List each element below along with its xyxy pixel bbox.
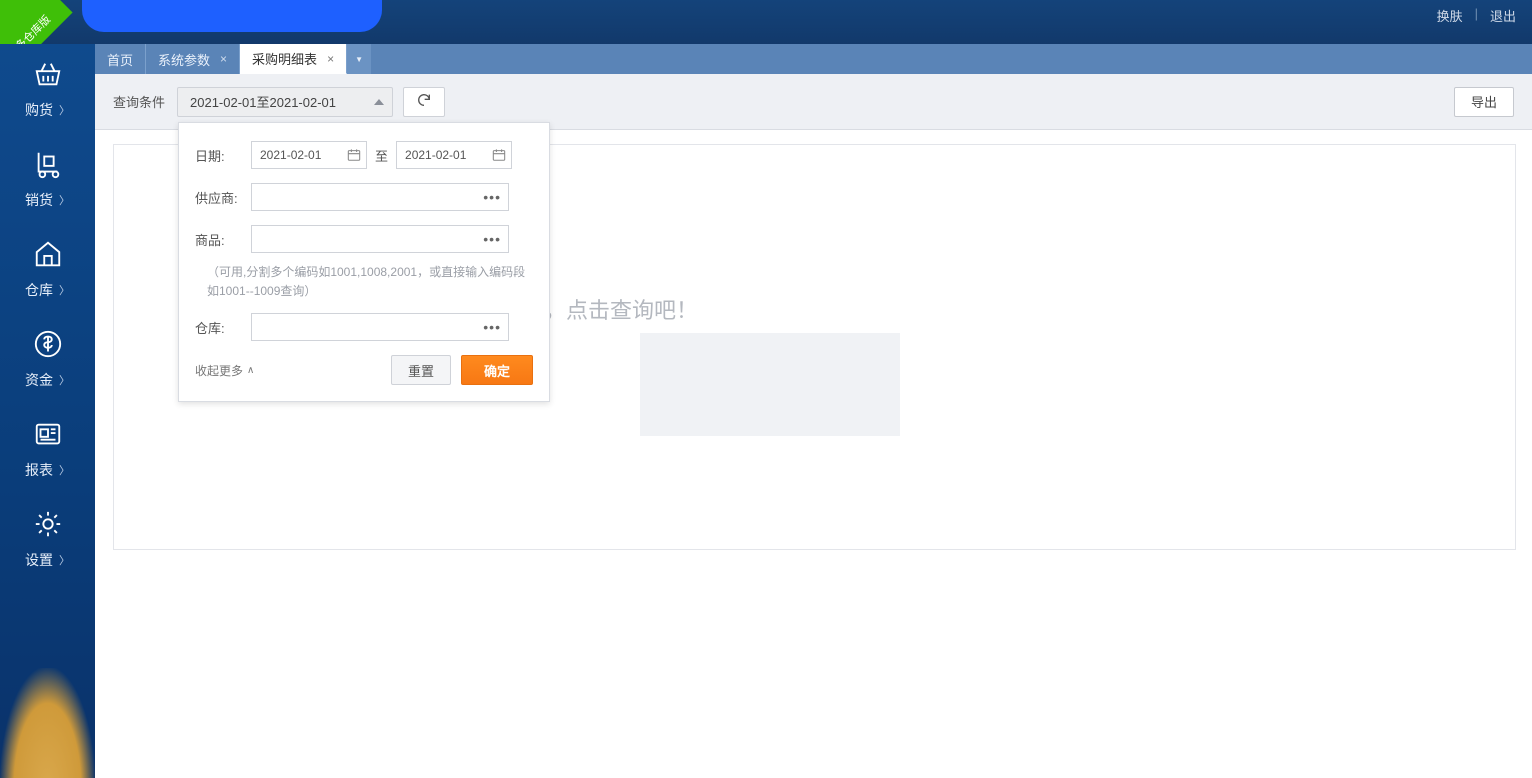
warehouse-label: 仓库: xyxy=(195,318,251,337)
newspaper-icon xyxy=(32,418,64,450)
calendar-icon[interactable] xyxy=(347,148,361,162)
calendar-icon[interactable] xyxy=(492,148,506,162)
app-header: 多仓库版 换肤 | 退出 xyxy=(0,0,1532,44)
collapse-label: 收起更多 xyxy=(195,362,243,379)
empty-state-text: ，点击查询吧！ xyxy=(544,293,698,325)
handtruck-icon xyxy=(32,148,64,180)
sidebar-item-purchase[interactable]: 购货 〉 xyxy=(0,44,95,134)
filter-panel: 日期: 至 供应商: ••• 商品 xyxy=(178,122,550,402)
date-range-dropdown[interactable]: 2021-02-01至2021-02-01 xyxy=(177,87,393,117)
chevron-right-icon: 〉 xyxy=(59,552,70,568)
tab-add-button[interactable]: ▼ xyxy=(347,44,371,74)
chevron-down-icon: ▼ xyxy=(355,55,363,64)
basket-icon xyxy=(32,58,64,90)
date-to-separator: 至 xyxy=(375,146,388,165)
filter-row-warehouse: 仓库: ••• xyxy=(195,313,533,341)
sidebar-item-report[interactable]: 报表 〉 xyxy=(0,404,95,494)
sidebar-decoration xyxy=(0,668,95,778)
sidebar: 购货 〉 销货 〉 仓库 〉 资金 〉 xyxy=(0,44,95,778)
header-links: 换肤 | 退出 xyxy=(1437,0,1516,44)
sidebar-item-warehouse[interactable]: 仓库 〉 xyxy=(0,224,95,314)
warehouse-icon xyxy=(32,238,64,270)
skin-link[interactable]: 换肤 xyxy=(1437,6,1463,25)
product-label: 商品: xyxy=(195,230,251,249)
sidebar-item-sales[interactable]: 销货 〉 xyxy=(0,134,95,224)
app-logo xyxy=(82,0,382,32)
ellipsis-icon[interactable]: ••• xyxy=(483,231,501,247)
sidebar-item-label: 销货 xyxy=(25,190,53,210)
date-range-text: 2021-02-01至2021-02-01 xyxy=(190,92,336,111)
product-hint: （可用,分割多个编码如1001,1008,2001，或直接输入编码段如1001-… xyxy=(207,263,533,301)
refresh-button[interactable] xyxy=(403,87,445,117)
export-button[interactable]: 导出 xyxy=(1454,87,1514,117)
supplier-input[interactable] xyxy=(251,183,509,211)
sidebar-item-finance[interactable]: 资金 〉 xyxy=(0,314,95,404)
sidebar-item-label: 资金 xyxy=(25,370,53,390)
sidebar-item-label: 仓库 xyxy=(25,280,53,300)
reset-button[interactable]: 重置 xyxy=(391,355,451,385)
tab-home[interactable]: 首页 xyxy=(95,44,146,74)
empty-state-image xyxy=(640,333,900,436)
tab-system-params[interactable]: 系统参数 × xyxy=(146,44,240,74)
tab-strip: 首页 系统参数 × 采购明细表 × ▼ xyxy=(95,44,1532,74)
chevron-up-icon: ∧ xyxy=(247,365,254,376)
filter-row-supplier: 供应商: ••• xyxy=(195,183,533,211)
filter-row-date: 日期: 至 xyxy=(195,141,533,169)
close-icon[interactable]: × xyxy=(327,52,334,66)
header-separator: | xyxy=(1475,6,1478,21)
tab-label: 采购明细表 xyxy=(252,49,317,68)
query-condition-label: 查询条件 xyxy=(113,92,165,111)
filter-footer: 收起更多 ∧ 重置 确定 xyxy=(195,355,533,385)
date-label: 日期: xyxy=(195,146,251,165)
chevron-right-icon: 〉 xyxy=(59,102,70,118)
chevron-right-icon: 〉 xyxy=(59,372,70,388)
chevron-right-icon: 〉 xyxy=(59,462,70,478)
tab-label: 首页 xyxy=(107,50,133,69)
sidebar-item-label: 购货 xyxy=(25,100,53,120)
collapse-more-link[interactable]: 收起更多 ∧ xyxy=(195,362,254,379)
sidebar-item-label: 设置 xyxy=(25,550,53,570)
gear-icon xyxy=(32,508,64,540)
close-icon[interactable]: × xyxy=(220,52,227,66)
logout-link[interactable]: 退出 xyxy=(1490,6,1516,25)
tab-label: 系统参数 xyxy=(158,50,210,69)
sidebar-item-settings[interactable]: 设置 〉 xyxy=(0,494,95,584)
ellipsis-icon[interactable]: ••• xyxy=(483,319,501,335)
dollar-circle-icon xyxy=(32,328,64,360)
product-input[interactable] xyxy=(251,225,509,253)
chevron-right-icon: 〉 xyxy=(59,192,70,208)
chevron-right-icon: 〉 xyxy=(59,282,70,298)
filter-row-product: 商品: ••• xyxy=(195,225,533,253)
supplier-label: 供应商: xyxy=(195,188,251,207)
sidebar-item-label: 报表 xyxy=(25,460,53,480)
tab-purchase-detail[interactable]: 采购明细表 × xyxy=(240,44,347,74)
warehouse-input[interactable] xyxy=(251,313,509,341)
refresh-icon xyxy=(416,92,432,111)
confirm-button[interactable]: 确定 xyxy=(461,355,533,385)
ellipsis-icon[interactable]: ••• xyxy=(483,189,501,205)
caret-up-icon xyxy=(374,99,384,105)
